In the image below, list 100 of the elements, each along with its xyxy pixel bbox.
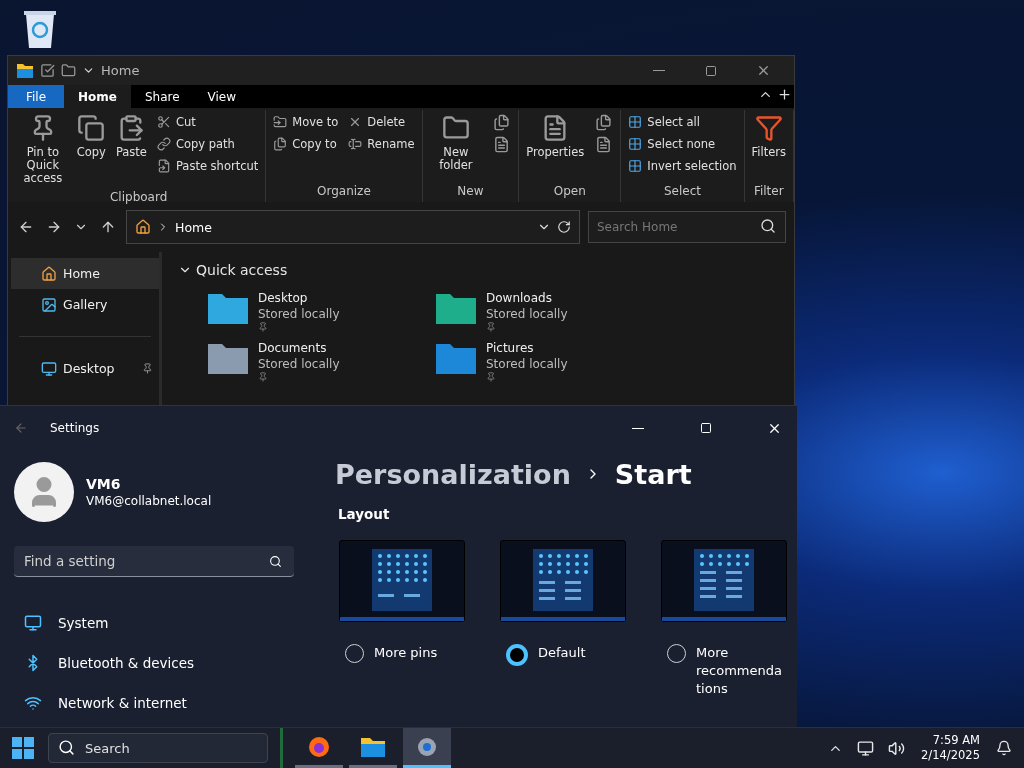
pin-icon [486, 322, 496, 332]
breadcrumb[interactable]: Personalization [335, 458, 571, 490]
radio-option[interactable]: Default [500, 644, 626, 666]
ribbon-button[interactable]: Paste shortcut [153, 156, 262, 176]
folder-status: Stored locally [258, 356, 340, 372]
taskbar-search[interactable]: Search [48, 733, 268, 763]
nav-item[interactable]: System [14, 603, 294, 643]
breadcrumb: Start [614, 458, 692, 490]
folder-icon [16, 62, 34, 79]
ribbon-group-label: Open [552, 184, 587, 200]
section-header[interactable]: Quick access [178, 262, 778, 278]
folder-status: Stored locally [486, 306, 568, 322]
clock[interactable]: 7:59 AM 2/14/2025 [915, 733, 986, 763]
address-bar[interactable]: Home [126, 210, 580, 244]
document-icon[interactable] [493, 136, 511, 153]
ribbon-button[interactable]: Properties [523, 110, 588, 184]
pin-icon [486, 372, 496, 382]
minimize-icon [653, 70, 665, 71]
image-icon [41, 296, 57, 313]
select-icon [628, 137, 643, 151]
move-icon [273, 115, 288, 129]
select-icon [628, 159, 643, 173]
forward-icon[interactable] [46, 219, 62, 235]
monitor-icon [41, 360, 57, 377]
user-email: VM6@collabnet.local [86, 494, 212, 508]
recycle-bin-icon[interactable] [22, 8, 58, 50]
ribbon-button[interactable]: Paste [112, 110, 150, 190]
nav-item[interactable]: Home [11, 258, 159, 289]
plus-icon[interactable] [777, 87, 792, 102]
nav-item[interactable]: Gallery [11, 289, 159, 320]
ribbon-tab[interactable]: Home [64, 85, 131, 108]
ribbon-button[interactable]: Pin to Quick access [16, 110, 70, 190]
minimize-icon [632, 427, 644, 429]
window-title: Home [101, 63, 141, 78]
layout-preview[interactable] [661, 540, 787, 622]
ribbon-tab[interactable]: View [193, 85, 251, 108]
ribbon-button[interactable]: Cut [153, 112, 262, 132]
ribbon-group-label: Clipboard [109, 189, 169, 206]
refresh-icon[interactable] [557, 220, 571, 234]
ribbon-button[interactable]: Copy path [153, 134, 262, 154]
start-menu-drawing [694, 549, 754, 611]
folder-status: Stored locally [258, 306, 340, 322]
radio-option[interactable]: More pins [339, 644, 465, 663]
pin-icon [258, 322, 268, 332]
folder-icon[interactable] [61, 63, 76, 78]
folder-name[interactable]: Pictures [486, 340, 568, 356]
search-icon [58, 739, 75, 756]
checkbox-icon[interactable] [40, 63, 55, 78]
folder-status: Stored locally [486, 356, 568, 372]
search-icon[interactable] [760, 218, 776, 234]
search-field[interactable]: Find a setting [14, 546, 294, 577]
folder-name[interactable]: Downloads [486, 290, 568, 306]
up-icon[interactable] [100, 219, 116, 235]
maximize-icon [705, 64, 717, 77]
ribbon-button[interactable]: Delete [345, 112, 418, 132]
link-icon [156, 137, 171, 151]
start-menu-drawing [533, 549, 593, 611]
maximize-icon [700, 422, 712, 434]
scissors-icon [156, 115, 171, 129]
files-icon[interactable] [595, 114, 613, 131]
back-icon[interactable] [18, 219, 34, 235]
network-icon[interactable] [857, 739, 875, 757]
nav-item[interactable]: Network & internet [14, 683, 294, 723]
window-title: Settings [50, 421, 100, 435]
volume-icon[interactable] [888, 739, 906, 757]
ribbon-button[interactable]: New folder [426, 110, 486, 184]
ribbon-button[interactable]: Rename [345, 134, 418, 154]
folder-name[interactable]: Documents [258, 340, 340, 356]
user-name: VM6 [86, 476, 122, 492]
folder-name[interactable]: Desktop [258, 290, 340, 306]
nav-item[interactable]: Bluetooth & devices [14, 643, 294, 683]
ribbon-button[interactable]: Copy to [270, 134, 342, 154]
ribbon-button[interactable]: Copy [73, 110, 109, 190]
layout-preview[interactable] [500, 540, 626, 622]
copy-icon [273, 137, 288, 151]
home-icon [135, 219, 151, 235]
ribbon-button[interactable]: Filters [748, 110, 789, 184]
search-icon[interactable] [269, 555, 282, 568]
radio-option[interactable]: More recommendations [661, 644, 787, 698]
section-title: Layout [337, 505, 391, 524]
nav-item[interactable]: Desktop [11, 353, 159, 384]
ribbon-button[interactable]: Select all [625, 112, 740, 132]
ribbon-group-label: Organize [316, 184, 372, 200]
copy-icon [77, 114, 106, 142]
shortcut-icon [156, 159, 171, 173]
files-icon[interactable] [493, 114, 511, 131]
avatar[interactable] [14, 462, 74, 522]
layout-preview[interactable] [339, 540, 465, 622]
ribbon-button[interactable]: Move to [270, 112, 342, 132]
ribbon-button[interactable]: Select none [625, 134, 740, 154]
document-icon[interactable] [595, 136, 613, 153]
ribbon-tab[interactable]: Share [130, 85, 194, 108]
rename-icon [348, 137, 363, 151]
start-menu-drawing [372, 549, 432, 611]
taskbar-app[interactable] [403, 728, 451, 768]
ribbon-tab[interactable]: File [8, 85, 64, 108]
ribbon-button[interactable]: Invert selection [625, 156, 740, 176]
search-field[interactable]: Search Home [588, 211, 786, 243]
bell-icon[interactable] [996, 740, 1012, 756]
ribbon-group-label: Filter [752, 184, 785, 200]
